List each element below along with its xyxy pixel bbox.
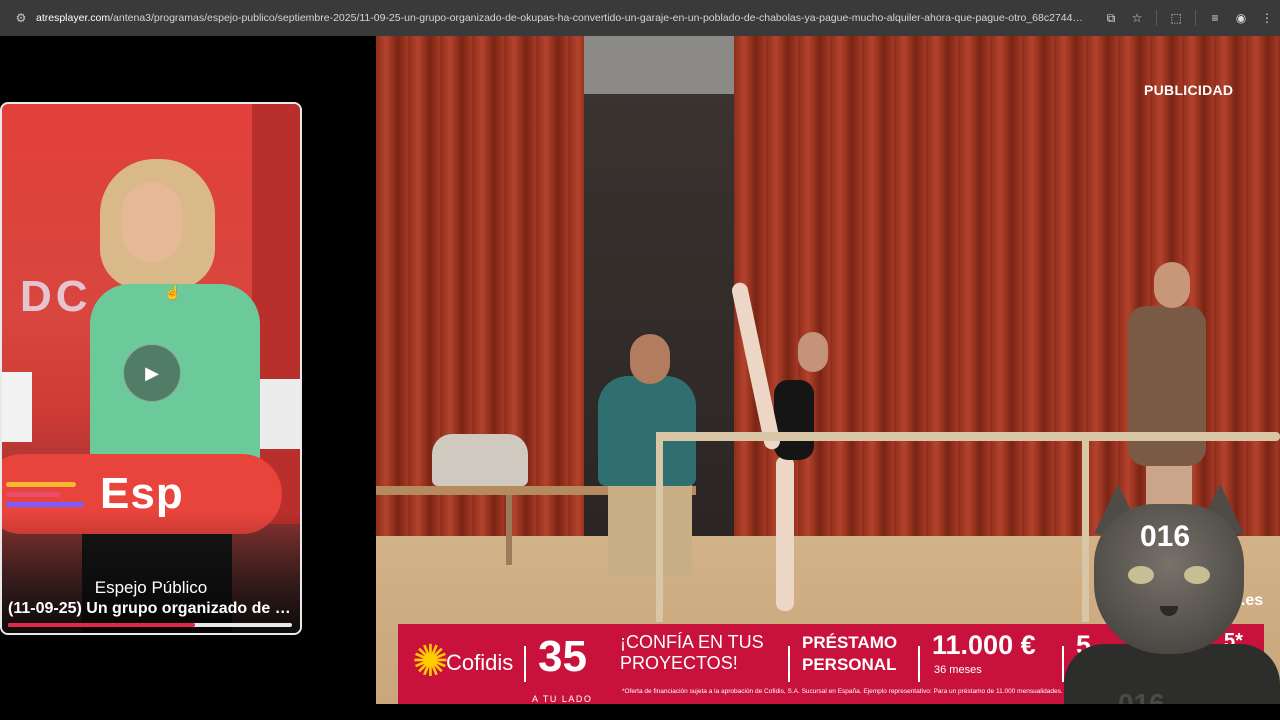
woman-torso [1128, 306, 1206, 466]
media-controls-icon[interactable]: ≡ [1204, 7, 1226, 29]
set-desk [260, 379, 300, 449]
play-icon: ▶ [145, 362, 159, 383]
loan-amount: 11.000 € [932, 630, 1036, 660]
presenter-face [122, 182, 182, 262]
url-path: /antena3/programas/espejo-publico/septie… [110, 12, 1098, 24]
brand-name: Cofidis [446, 650, 514, 675]
logo-stripe [6, 481, 76, 487]
logo-stripe [6, 491, 61, 497]
set-logo-letters: DC [20, 272, 92, 321]
woman-head [1154, 262, 1190, 308]
play-button[interactable]: ▶ [123, 344, 181, 402]
site-settings-icon[interactable]: ⚙ [14, 11, 28, 25]
extensions-icon[interactable]: ⬚ [1165, 7, 1187, 29]
cat-eye [1128, 566, 1154, 584]
show-logo-text: Esp [100, 469, 184, 518]
loan-term: 36 meses [934, 664, 982, 676]
episode-title[interactable]: (11-09-25) Un grupo organizado de o... [8, 600, 294, 618]
man-head [630, 334, 670, 384]
bench-leg [506, 495, 512, 565]
logo-stripes [6, 481, 86, 507]
cat-eye [1184, 566, 1210, 584]
toolbar-separator [1156, 10, 1157, 26]
banner-divider [788, 646, 790, 682]
toolbar-separator [1195, 10, 1196, 26]
cofidis-logo: ✺ Cofidis [412, 640, 522, 686]
cat-number-label: 016 [1140, 520, 1191, 553]
sports-bag [432, 434, 528, 486]
install-app-icon[interactable]: ⧉ [1100, 7, 1122, 29]
show-title: Espejo Público [94, 578, 208, 597]
progress-fill [8, 623, 196, 627]
menu-kebab-icon[interactable]: ⋮ [1256, 7, 1278, 29]
bottom-black-bar [0, 704, 1280, 720]
profile-icon[interactable]: ◉ [1230, 7, 1252, 29]
logo-stripe [6, 501, 84, 507]
set-desk [2, 372, 32, 442]
ballet-barre [656, 432, 1280, 441]
loan-product: PRÉSTAMO PERSONAL [802, 633, 898, 674]
bookmark-star-icon[interactable]: ☆ [1126, 7, 1148, 29]
dancer-torso [774, 380, 814, 460]
banner-slogan: ¡CONFÍA EN TUS PROYECTOS! [620, 632, 764, 673]
url-host: atresplayer.com [36, 12, 111, 24]
man-legs [608, 476, 692, 576]
hand-cursor-icon: ☝ [164, 284, 182, 300]
progress-track[interactable] [8, 623, 292, 627]
anniversary-subtitle: A TU LADO [532, 694, 593, 704]
mini-player-card[interactable]: DC Esp ▶ ☝ Espejo Público (11-09-25) Un … [0, 102, 302, 635]
stage-curtain-right [734, 36, 1280, 546]
advertising-label: PUBLICIDAD [1144, 82, 1234, 98]
man-torso [598, 376, 696, 486]
browser-toolbar: ⚙ atresplayer.com/antena3/programas/espe… [0, 0, 1280, 36]
dancer-standing-leg [776, 456, 794, 611]
banner-divider [918, 646, 920, 682]
address-bar[interactable]: atresplayer.com/antena3/programas/espejo… [36, 12, 1098, 24]
banner-divider [524, 646, 526, 682]
dancer-head [798, 332, 828, 372]
barre-post [656, 432, 663, 622]
anniversary-number: 35 [538, 632, 587, 681]
cat-avatar-overlay: 016 016 [1064, 484, 1280, 720]
stage-ceiling [584, 36, 734, 94]
